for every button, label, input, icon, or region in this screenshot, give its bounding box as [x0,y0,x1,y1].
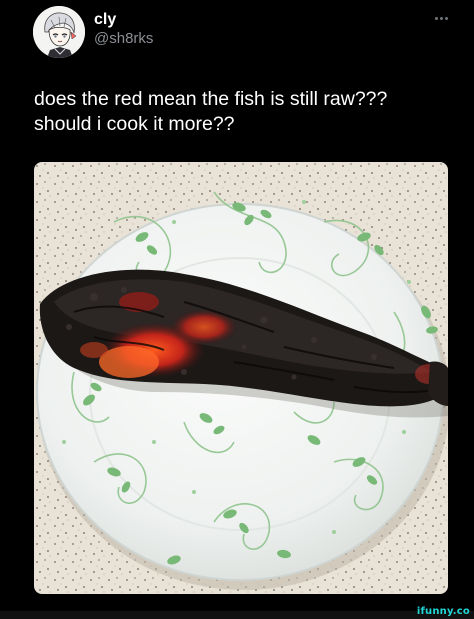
avatar[interactable] [33,6,85,58]
more-options-icon[interactable] [429,10,453,26]
display-name[interactable]: cly [94,11,153,29]
dot [434,16,438,20]
avatar-image [33,6,85,58]
burnt-fish-photo [34,162,448,594]
tweet-photo[interactable] [34,162,448,594]
dot [444,16,448,20]
tweet-header: cly @sh8rks [33,6,453,58]
ifunny-watermark: ifunny.co [416,606,470,617]
dot [439,16,443,20]
tweet-text: does the red mean the fish is still raw?… [34,88,388,135]
tweet-card: cly @sh8rks does the red mean the fish i… [0,0,474,619]
watermark-bar [0,611,474,619]
user-info: cly @sh8rks [94,11,153,49]
user-handle[interactable]: @sh8rks [94,29,153,49]
